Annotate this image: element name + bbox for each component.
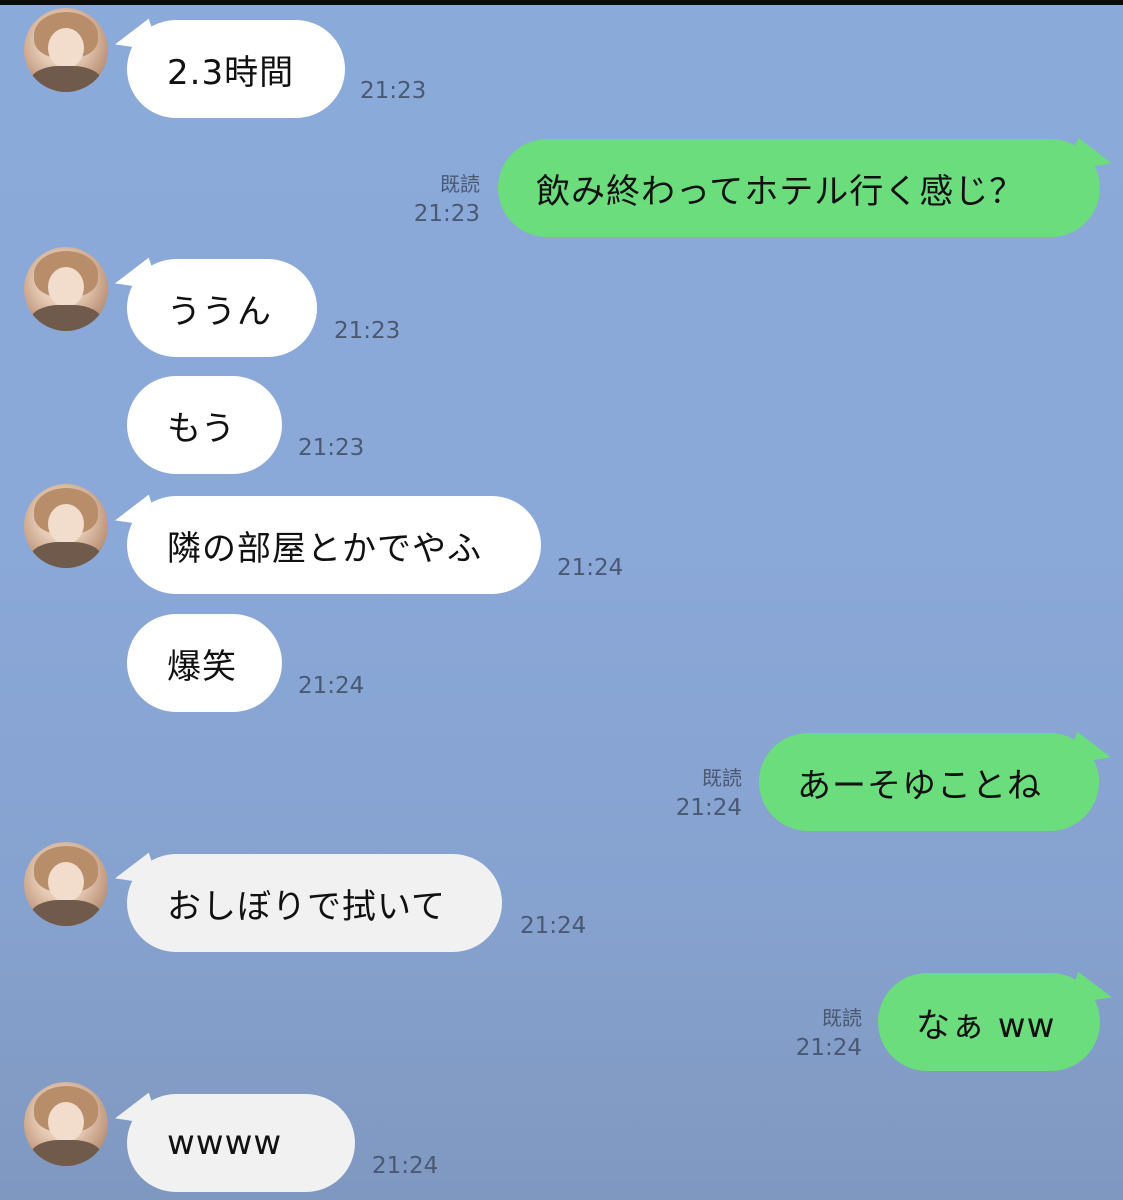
outgoing-message-bubble[interactable]: 飲み終わってホテル行く感じ？: [498, 137, 1117, 237]
avatar-body: [30, 1140, 102, 1166]
message-time: 21:24: [675, 795, 742, 821]
read-receipt: 既読: [702, 766, 742, 790]
incoming-message-bubble[interactable]: 2.3時間: [110, 18, 345, 118]
message-meta: 既読 21:24: [664, 762, 742, 821]
incoming-message-bubble[interactable]: 爆笑: [127, 614, 282, 712]
contact-avatar[interactable]: [24, 1082, 108, 1166]
incoming-message-bubble[interactable]: 隣の部屋とかでやふ: [110, 494, 541, 594]
avatar-face: [48, 28, 84, 68]
avatar-body: [30, 900, 102, 926]
contact-avatar[interactable]: [24, 484, 108, 568]
incoming-message-bubble[interactable]: wwww: [110, 1092, 355, 1192]
bubble-tail: [110, 257, 160, 303]
message-text: おしぼりで拭いて: [167, 886, 446, 927]
bubble-tail: [1067, 137, 1117, 183]
avatar-body: [30, 305, 102, 331]
avatar-face: [48, 862, 84, 902]
message-time: 21:24: [372, 1153, 439, 1179]
outgoing-message-bubble[interactable]: あーそゆことね: [759, 731, 1116, 831]
bubble-tail: [110, 852, 160, 898]
message-time: 21:23: [413, 201, 480, 227]
message-time: 21:24: [795, 1035, 862, 1061]
bubble-tail: [1066, 731, 1116, 777]
bubble-tail: [110, 1092, 160, 1138]
avatar-face: [48, 1102, 84, 1142]
message-meta: 既読 21:24: [784, 1002, 862, 1061]
contact-avatar[interactable]: [24, 842, 108, 926]
message-text: なぁ ww: [916, 1005, 1056, 1046]
avatar-body: [30, 66, 102, 92]
contact-avatar[interactable]: [24, 8, 108, 92]
outgoing-message-bubble[interactable]: なぁ ww: [878, 971, 1117, 1071]
message-text: 2.3時間: [167, 52, 295, 93]
message-text: もう: [167, 408, 236, 449]
read-receipt: 既読: [440, 172, 480, 196]
bubble-tail: [1067, 971, 1117, 1017]
incoming-message-bubble[interactable]: おしぼりで拭いて: [110, 852, 502, 952]
message-text: wwww: [167, 1123, 283, 1163]
avatar-face: [48, 267, 84, 307]
message-text: あーそゆことね: [797, 765, 1042, 806]
message-text: 飲み終わってホテル行く感じ？: [536, 171, 1025, 212]
contact-avatar[interactable]: [24, 247, 108, 331]
message-text: 爆笑: [167, 646, 237, 687]
incoming-message-bubble[interactable]: ううん: [110, 257, 317, 357]
read-receipt: 既読: [822, 1006, 862, 1030]
incoming-message-bubble[interactable]: もう: [127, 376, 282, 474]
message-meta: 既読 21:23: [402, 168, 480, 227]
message-time: 21:23: [360, 78, 427, 104]
message-time: 21:23: [298, 435, 365, 461]
message-time: 21:24: [557, 555, 624, 581]
message-text: 隣の部屋とかでやふ: [167, 528, 482, 569]
bubble-tail: [110, 494, 160, 540]
avatar-face: [48, 504, 84, 544]
bubble-tail: [110, 18, 160, 64]
message-time: 21:24: [298, 673, 365, 699]
message-text: ううん: [167, 291, 272, 332]
message-time: 21:24: [520, 913, 587, 939]
top-edge: [0, 0, 1123, 5]
message-time: 21:23: [334, 318, 401, 344]
avatar-body: [30, 542, 102, 568]
